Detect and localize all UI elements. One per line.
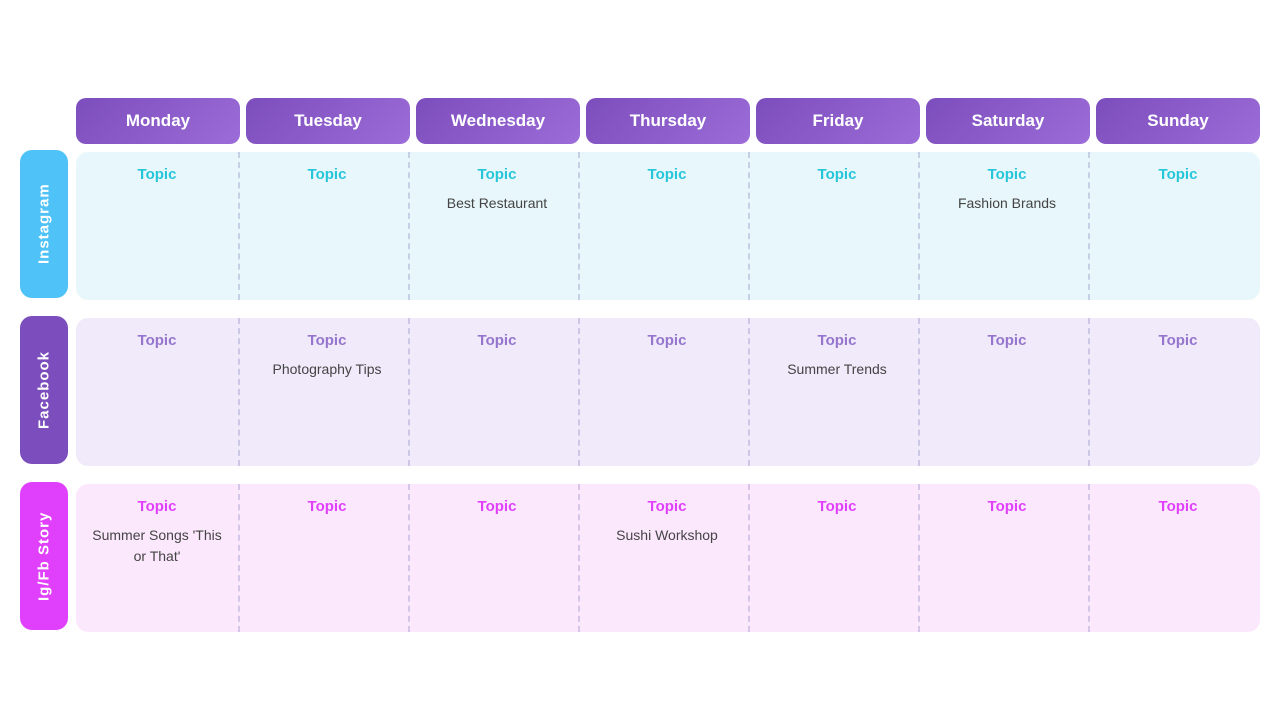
cell-topic-instagram-4: Topic: [818, 166, 857, 183]
cell-instagram-3: Topic: [586, 152, 750, 300]
grid-area: MondayTuesdayWednesdayThursdayFridaySatu…: [76, 98, 1260, 650]
cell-content-igfb-0: Summer Songs 'This or That': [86, 525, 228, 567]
cell-instagram-4: Topic: [756, 152, 920, 300]
cell-facebook-3: Topic: [586, 318, 750, 466]
cell-topic-instagram-6: Topic: [1159, 166, 1198, 183]
cell-topic-igfb-2: Topic: [478, 498, 517, 515]
cell-facebook-4: Topic Summer Trends: [756, 318, 920, 466]
section-row-igfb: TopicSummer Songs 'This or That'TopicTop…: [76, 484, 1260, 632]
cell-topic-igfb-1: Topic: [308, 498, 347, 515]
cell-facebook-2: Topic: [416, 318, 580, 466]
main-container: Instagram Facebook Ig/Fb Story MondayTue…: [20, 50, 1260, 670]
cell-content-instagram-5: Fashion Brands: [958, 193, 1056, 214]
cell-topic-facebook-1: Topic: [308, 332, 347, 349]
cell-content-facebook-1: Photography Tips: [273, 359, 382, 380]
row-labels: Instagram Facebook Ig/Fb Story: [20, 98, 68, 650]
cell-igfb-5: Topic: [926, 484, 1090, 632]
day-header-monday: Monday: [76, 98, 240, 144]
cell-topic-facebook-2: Topic: [478, 332, 517, 349]
cell-topic-igfb-6: Topic: [1159, 498, 1198, 515]
cell-topic-instagram-5: Topic: [988, 166, 1027, 183]
calendar-wrapper: Instagram Facebook Ig/Fb Story MondayTue…: [20, 98, 1260, 650]
day-header-wednesday: Wednesday: [416, 98, 580, 144]
cell-topic-facebook-3: Topic: [648, 332, 687, 349]
cell-instagram-6: Topic: [1096, 152, 1260, 300]
cell-instagram-0: Topic: [76, 152, 240, 300]
day-header-saturday: Saturday: [926, 98, 1090, 144]
cell-igfb-4: Topic: [756, 484, 920, 632]
label-instagram: Instagram: [20, 150, 68, 298]
cell-igfb-3: Topic Sushi Workshop: [586, 484, 750, 632]
cell-content-instagram-2: Best Restaurant: [447, 193, 547, 214]
cell-facebook-5: Topic: [926, 318, 1090, 466]
label-igfb: Ig/Fb Story: [20, 482, 68, 630]
cell-facebook-1: Topic Photography Tips: [246, 318, 410, 466]
cell-topic-facebook-5: Topic: [988, 332, 1027, 349]
cell-topic-instagram-2: Topic: [478, 166, 517, 183]
day-header-tuesday: Tuesday: [246, 98, 410, 144]
cell-instagram-1: Topic: [246, 152, 410, 300]
day-header-friday: Friday: [756, 98, 920, 144]
label-facebook: Facebook: [20, 316, 68, 464]
cell-topic-igfb-3: Topic: [648, 498, 687, 515]
day-header-thursday: Thursday: [586, 98, 750, 144]
section-row-instagram: TopicTopicTopicBest RestaurantTopicTopic…: [76, 152, 1260, 300]
rows-container: TopicTopicTopicBest RestaurantTopicTopic…: [76, 152, 1260, 632]
days-header: MondayTuesdayWednesdayThursdayFridaySatu…: [76, 98, 1260, 144]
cell-topic-igfb-0: Topic: [138, 498, 177, 515]
cell-topic-instagram-0: Topic: [138, 166, 177, 183]
cell-instagram-5: Topic Fashion Brands: [926, 152, 1090, 300]
cell-igfb-1: Topic: [246, 484, 410, 632]
cell-topic-facebook-6: Topic: [1159, 332, 1198, 349]
section-row-facebook: TopicTopicPhotography TipsTopicTopicTopi…: [76, 318, 1260, 466]
cell-topic-instagram-1: Topic: [308, 166, 347, 183]
cell-igfb-2: Topic: [416, 484, 580, 632]
cell-topic-instagram-3: Topic: [648, 166, 687, 183]
cell-igfb-6: Topic: [1096, 484, 1260, 632]
cell-content-igfb-3: Sushi Workshop: [616, 525, 718, 546]
cell-igfb-0: Topic Summer Songs 'This or That': [76, 484, 240, 632]
cell-topic-igfb-5: Topic: [988, 498, 1027, 515]
cell-content-facebook-4: Summer Trends: [787, 359, 887, 380]
day-header-sunday: Sunday: [1096, 98, 1260, 144]
cell-instagram-2: Topic Best Restaurant: [416, 152, 580, 300]
cell-topic-igfb-4: Topic: [818, 498, 857, 515]
cell-facebook-6: Topic: [1096, 318, 1260, 466]
cell-topic-facebook-0: Topic: [138, 332, 177, 349]
cell-facebook-0: Topic: [76, 318, 240, 466]
cell-topic-facebook-4: Topic: [818, 332, 857, 349]
